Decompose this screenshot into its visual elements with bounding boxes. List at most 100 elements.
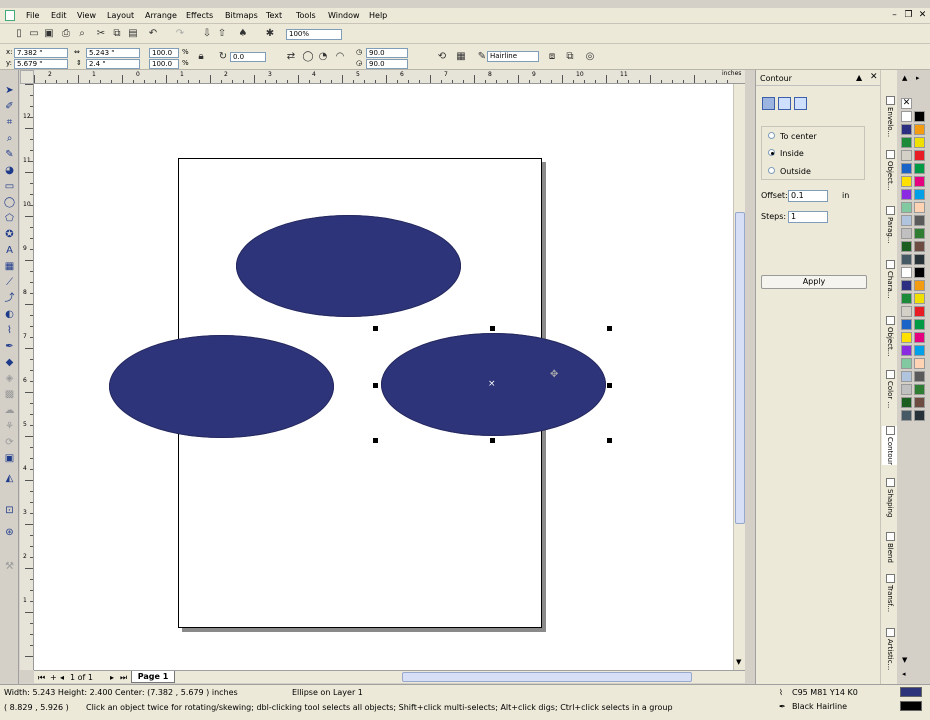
color-swatch[interactable] xyxy=(914,371,925,382)
color-swatch[interactable] xyxy=(901,254,912,265)
horizontal-ruler[interactable]: 2 1 0 1 2 3 4 5 6 7 8 9 10 11 inches xyxy=(34,70,745,84)
table-tool-icon[interactable]: ▦ xyxy=(3,260,16,273)
y-position-field[interactable]: 5.679 " xyxy=(14,59,68,69)
tab-shaping[interactable]: Shaping xyxy=(882,478,897,517)
no-color-swatch[interactable]: ✕ xyxy=(901,98,912,109)
outline-swatch[interactable] xyxy=(900,701,922,711)
menu-help[interactable]: Help xyxy=(369,11,387,20)
selection-handle[interactable] xyxy=(373,383,378,388)
color-swatch[interactable] xyxy=(914,384,925,395)
color-swatch[interactable] xyxy=(914,280,925,291)
apply-button[interactable]: Apply xyxy=(761,275,867,289)
color-swatch[interactable] xyxy=(914,176,925,187)
shape-tool-icon[interactable]: ✐ xyxy=(3,100,16,113)
mesh-fill-icon[interactable]: ▩ xyxy=(3,388,16,401)
rotation-field[interactable]: 0.0 xyxy=(230,52,266,62)
color-swatch[interactable] xyxy=(901,176,912,187)
tab-color[interactable]: Color ... xyxy=(882,370,897,408)
tab-artistic-media[interactable]: Artistic... xyxy=(882,628,897,670)
color-swatch[interactable] xyxy=(914,293,925,304)
app-launcher-icon[interactable]: ♠ xyxy=(236,27,250,41)
export-icon[interactable]: ⇧ xyxy=(215,27,229,41)
color-swatch[interactable] xyxy=(914,332,925,343)
scale-x-field[interactable]: 100.0 xyxy=(149,48,179,58)
menu-layout[interactable]: Layout xyxy=(107,11,134,20)
direction-icon[interactable]: ⟲ xyxy=(435,50,449,64)
selection-handle[interactable] xyxy=(490,438,495,443)
vertical-scrollbar[interactable]: ▼ xyxy=(733,84,745,670)
undo-icon[interactable]: ↶ xyxy=(146,27,160,41)
color-swatch[interactable] xyxy=(901,111,912,122)
scroll-down-icon[interactable]: ▼ xyxy=(736,658,741,666)
selection-handle[interactable] xyxy=(490,326,495,331)
ellipse-left[interactable] xyxy=(109,335,334,438)
contour-steps-icon[interactable] xyxy=(762,97,775,110)
redo-icon[interactable]: ↷ xyxy=(173,27,187,41)
menu-edit[interactable]: Edit xyxy=(51,11,67,20)
color-swatch[interactable] xyxy=(914,163,925,174)
knife-tool-icon[interactable]: ⚒ xyxy=(3,560,16,573)
x-position-field[interactable]: 7.382 " xyxy=(14,48,68,58)
envelope-tool-icon[interactable]: ▣ xyxy=(3,452,16,465)
offset-field[interactable]: 0.1 xyxy=(788,190,828,202)
color-swatch[interactable] xyxy=(914,189,925,200)
rectangle-tool-icon[interactable]: ▭ xyxy=(3,180,16,193)
zoom-tool-icon[interactable]: ⌕ xyxy=(3,132,16,145)
docker-close-icon[interactable]: ✕ xyxy=(870,72,878,82)
color-swatch[interactable] xyxy=(901,241,912,252)
height-field[interactable]: 2.4 " xyxy=(86,59,140,69)
ruler-corner[interactable] xyxy=(20,70,34,84)
selection-handle[interactable] xyxy=(607,326,612,331)
menu-window[interactable]: Window xyxy=(328,11,360,20)
prev-page-icon[interactable]: ◂ xyxy=(60,673,64,682)
menu-file[interactable]: File xyxy=(26,11,39,20)
color-swatch[interactable] xyxy=(901,163,912,174)
mirror-icon[interactable]: ⇄ xyxy=(284,50,298,64)
color-swatch[interactable] xyxy=(901,267,912,278)
print-preview-icon[interactable]: ⌕ xyxy=(75,27,89,41)
print-icon[interactable]: ⎙ xyxy=(59,27,73,41)
start-angle-field[interactable]: 90.0 xyxy=(366,48,408,58)
menu-text[interactable]: Text xyxy=(266,11,282,20)
docker-collapse-icon[interactable]: ▲ xyxy=(856,73,862,82)
scale-y-field[interactable]: 100.0 xyxy=(149,59,179,69)
tab-character[interactable]: Chara... xyxy=(882,260,897,298)
blend-tool-icon[interactable]: ◐ xyxy=(3,308,16,321)
color-swatch[interactable] xyxy=(901,410,912,421)
color-swatch[interactable] xyxy=(901,228,912,239)
ellipse-tool-icon[interactable]: ◯ xyxy=(3,196,16,209)
first-page-icon[interactable]: ⏮ xyxy=(38,673,45,683)
transparency-tool-icon[interactable]: ⊡ xyxy=(3,504,16,517)
tab-paragraph[interactable]: Parag... xyxy=(882,206,897,243)
tab-envelope[interactable]: Envelo... xyxy=(882,96,897,137)
steps-field[interactable]: 1 xyxy=(788,211,828,223)
horizontal-scrollbar[interactable] xyxy=(384,672,739,682)
open-icon[interactable]: ▭ xyxy=(27,27,41,41)
restore-icon[interactable]: ❐ xyxy=(903,10,914,21)
selection-handle[interactable] xyxy=(607,438,612,443)
tab-contour[interactable]: Contour xyxy=(882,426,897,465)
transform-icon[interactable]: ⟳ xyxy=(3,436,16,449)
to-back-icon[interactable]: ⧉ xyxy=(563,50,577,64)
import-icon[interactable]: ⇩ xyxy=(200,27,214,41)
color-swatch[interactable] xyxy=(914,150,925,161)
color-swatch[interactable] xyxy=(914,254,925,265)
outline-tool-icon[interactable]: ✒ xyxy=(3,340,16,353)
fill-swatch[interactable] xyxy=(900,687,922,697)
fill-tool-icon[interactable]: ◆ xyxy=(3,356,16,369)
horizontal-scroll-thumb[interactable] xyxy=(402,672,692,682)
distortion-tool-icon[interactable]: ⊛ xyxy=(3,526,16,539)
color-swatch[interactable] xyxy=(914,306,925,317)
color-swatch[interactable] xyxy=(914,228,925,239)
color-swatch[interactable] xyxy=(901,215,912,226)
arc-mode-icon[interactable]: ◠ xyxy=(333,50,347,64)
color-swatch[interactable] xyxy=(901,189,912,200)
color-swatch[interactable] xyxy=(901,137,912,148)
color-swatch[interactable] xyxy=(914,215,925,226)
width-field[interactable]: 5.243 " xyxy=(86,48,140,58)
selection-handle[interactable] xyxy=(373,326,378,331)
color-swatch[interactable] xyxy=(901,384,912,395)
palette-menu-icon[interactable]: ▸ xyxy=(916,74,920,82)
menu-view[interactable]: View xyxy=(77,11,96,20)
cut-icon[interactable]: ✂ xyxy=(94,27,108,41)
